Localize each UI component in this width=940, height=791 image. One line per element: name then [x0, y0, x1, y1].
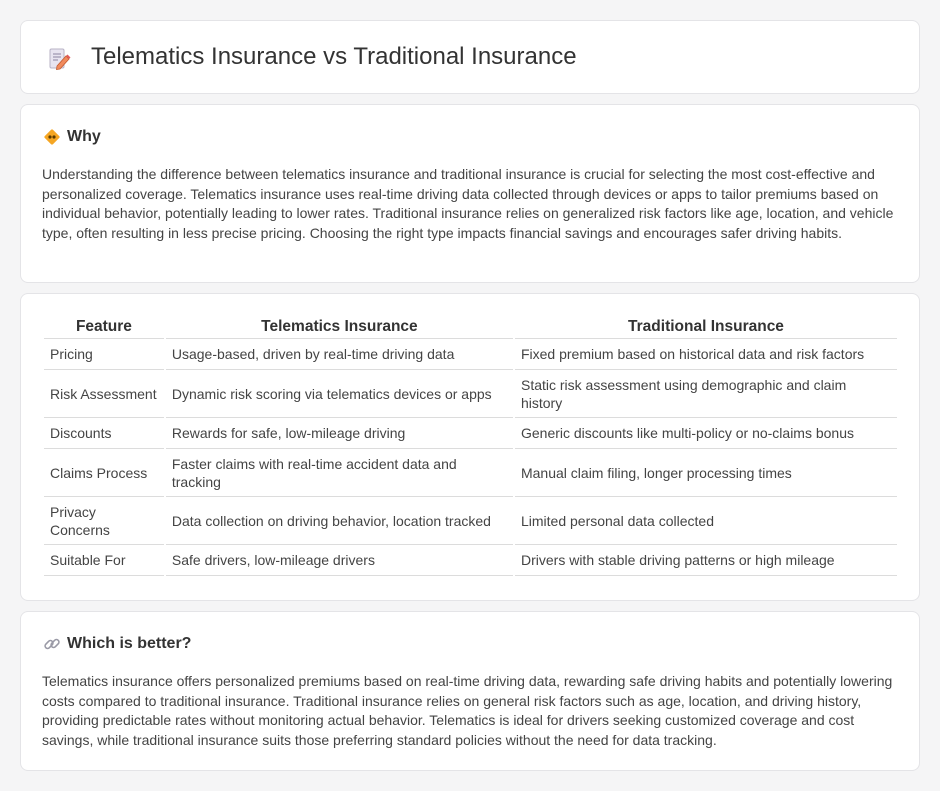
table-row: Claims Process Faster claims with real-t…: [44, 449, 897, 497]
traditional-cell: Generic discounts like multi-policy or n…: [514, 418, 897, 449]
document-pencil-icon: [47, 47, 71, 71]
telematics-cell: Rewards for safe, low-mileage driving: [165, 418, 513, 449]
better-paragraph: Telematics insurance offers personalized…: [42, 673, 893, 748]
feature-cell: Claims Process: [44, 449, 164, 497]
traditional-cell: Manual claim filing, longer processing t…: [514, 449, 897, 497]
table-row: Discounts Rewards for safe, low-mileage …: [44, 418, 897, 449]
header-telematics: Telematics Insurance: [165, 315, 513, 339]
traditional-cell: Fixed premium based on historical data a…: [514, 339, 897, 370]
telematics-cell: Faster claims with real-time accident da…: [165, 449, 513, 497]
telematics-cell: Dynamic risk scoring via telematics devi…: [165, 370, 513, 418]
comparison-section: Feature Telematics Insurance Traditional…: [20, 293, 920, 601]
traditional-cell: Limited personal data collected: [514, 497, 897, 545]
table-row: Suitable For Safe drivers, low-mileage d…: [44, 545, 897, 576]
which-better-section: Which is better? Telematics insurance of…: [20, 611, 920, 771]
feature-cell: Privacy Concerns: [44, 497, 164, 545]
feature-cell: Discounts: [44, 418, 164, 449]
table-row: Risk Assessment Dynamic risk scoring via…: [44, 370, 897, 418]
why-heading: Why: [67, 128, 101, 145]
feature-cell: Pricing: [44, 339, 164, 370]
traditional-cell: Static risk assessment using demographic…: [514, 370, 897, 418]
header-traditional: Traditional Insurance: [514, 315, 897, 339]
why-paragraph: Understanding the difference between tel…: [42, 166, 894, 241]
telematics-cell: Safe drivers, low-mileage drivers: [165, 545, 513, 576]
why-section: Why Understanding the difference between…: [20, 104, 920, 283]
header-feature: Feature: [44, 315, 164, 339]
feature-cell: Risk Assessment: [44, 370, 164, 418]
telematics-cell: Usage-based, driven by real-time driving…: [165, 339, 513, 370]
feature-cell: Suitable For: [44, 545, 164, 576]
traditional-cell: Drivers with stable driving patterns or …: [514, 545, 897, 576]
better-heading-row: Which is better?: [43, 635, 191, 653]
table-row: Privacy Concerns Data collection on driv…: [44, 497, 897, 545]
header-card: Telematics Insurance vs Traditional Insu…: [20, 20, 920, 94]
better-heading: Which is better?: [67, 635, 192, 652]
why-heading-row: Why: [43, 128, 101, 146]
page-title: Telematics Insurance vs Traditional Insu…: [91, 43, 577, 70]
table-row: Pricing Usage-based, driven by real-time…: [44, 339, 897, 370]
comparison-table: Feature Telematics Insurance Traditional…: [42, 315, 899, 576]
diamond-warning-icon: [43, 128, 61, 146]
telematics-cell: Data collection on driving behavior, loc…: [165, 497, 513, 545]
link-icon: [43, 635, 61, 653]
